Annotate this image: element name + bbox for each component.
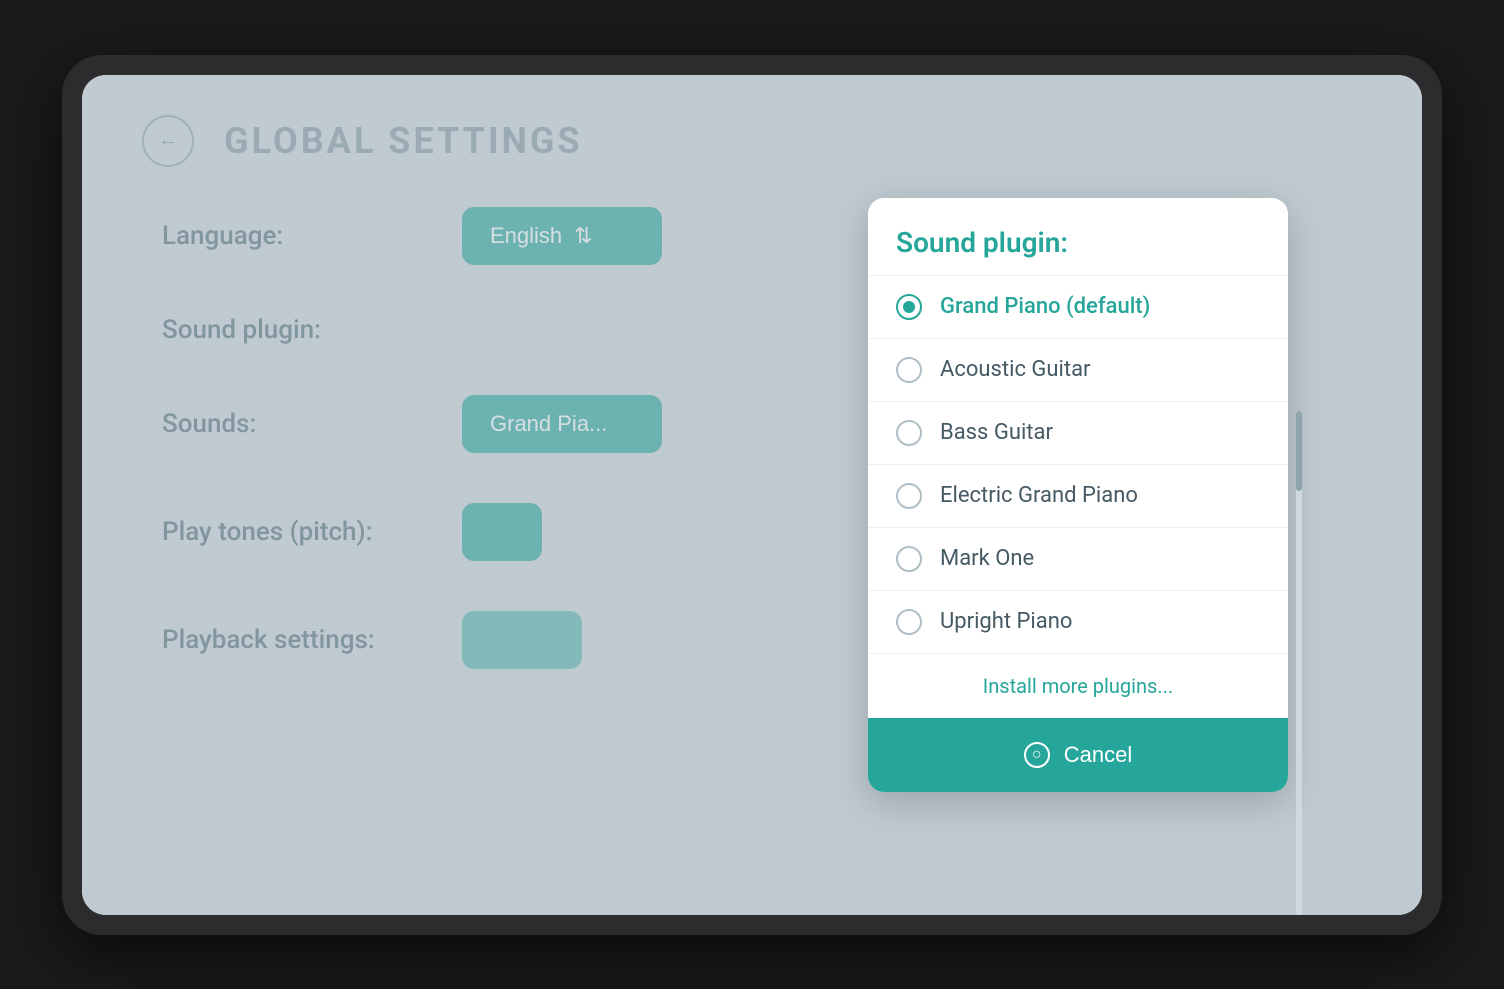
option-label-electric-grand-piano: Electric Grand Piano (940, 483, 1138, 508)
tablet-frame: ← GLOBAL SETTINGS Language: English ⇅ So… (62, 55, 1442, 935)
option-bass-guitar[interactable]: Bass Guitar (868, 401, 1288, 464)
scrollbar[interactable] (1296, 411, 1302, 915)
dialog-options-list: Grand Piano (default) Acoustic Guitar Ba… (868, 275, 1288, 653)
option-acoustic-guitar[interactable]: Acoustic Guitar (868, 338, 1288, 401)
tablet-screen: ← GLOBAL SETTINGS Language: English ⇅ So… (82, 75, 1422, 915)
dialog-title: Sound plugin: (896, 226, 1068, 259)
install-plugins-link[interactable]: Install more plugins... (868, 653, 1288, 718)
radio-acoustic-guitar (896, 357, 922, 383)
option-upright-piano[interactable]: Upright Piano (868, 590, 1288, 653)
radio-mark-one (896, 546, 922, 572)
option-mark-one[interactable]: Mark One (868, 527, 1288, 590)
option-electric-grand-piano[interactable]: Electric Grand Piano (868, 464, 1288, 527)
cancel-label: Cancel (1064, 742, 1132, 768)
install-plugins-text: Install more plugins... (983, 674, 1173, 698)
sound-plugin-dialog: Sound plugin: Grand Piano (default) Acou… (868, 198, 1288, 792)
radio-inner-grand-piano (903, 301, 915, 313)
cancel-button[interactable]: ○ Cancel (868, 718, 1288, 792)
option-label-upright-piano: Upright Piano (940, 609, 1072, 634)
option-label-acoustic-guitar: Acoustic Guitar (940, 357, 1091, 382)
radio-upright-piano (896, 609, 922, 635)
dialog-header: Sound plugin: (868, 198, 1288, 275)
option-grand-piano[interactable]: Grand Piano (default) (868, 275, 1288, 338)
radio-grand-piano (896, 294, 922, 320)
option-label-mark-one: Mark One (940, 546, 1034, 571)
modal-overlay: Sound plugin: Grand Piano (default) Acou… (82, 75, 1422, 915)
option-label-bass-guitar: Bass Guitar (940, 420, 1053, 445)
option-label-grand-piano: Grand Piano (default) (940, 294, 1150, 319)
cancel-icon: ○ (1024, 742, 1050, 768)
scrollbar-thumb (1296, 411, 1302, 491)
radio-bass-guitar (896, 420, 922, 446)
radio-electric-grand-piano (896, 483, 922, 509)
